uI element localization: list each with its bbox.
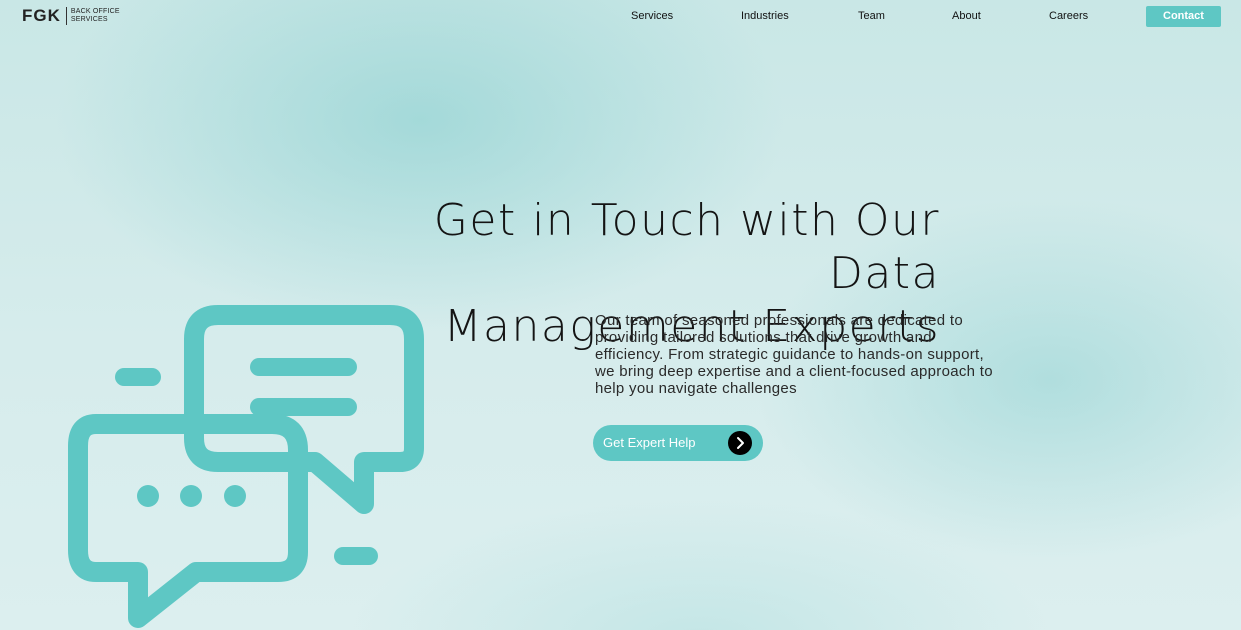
nav-link-careers[interactable]: Careers <box>1049 10 1088 22</box>
top-navbar: FGK BACK OFFICE SERVICES Services Indust… <box>0 0 1241 34</box>
logo-divider <box>65 7 67 25</box>
nav-link-team[interactable]: Team <box>858 10 885 22</box>
contact-button[interactable]: Contact <box>1146 6 1221 27</box>
brand-logo[interactable]: FGK BACK OFFICE SERVICES <box>22 6 120 26</box>
brand-subtitle-line1: BACK OFFICE <box>70 8 120 15</box>
get-expert-help-button[interactable]: Get Expert Help <box>593 425 763 461</box>
nav-link-industries[interactable]: Industries <box>741 10 789 22</box>
nav-link-about[interactable]: About <box>952 10 981 22</box>
brand-mark: FGK <box>22 6 61 25</box>
hero-headline-line1: Get in Touch with Our Data <box>433 195 940 299</box>
chat-bubbles-icon <box>68 305 424 628</box>
chevron-right-icon <box>728 431 752 455</box>
brand-subtitle-line2: SERVICES <box>70 16 108 23</box>
cta-label: Get Expert Help <box>603 435 696 450</box>
nav-link-services[interactable]: Services <box>631 10 673 22</box>
hero-description: Our team of seasoned professionals are d… <box>595 312 993 397</box>
brand-subtitle: BACK OFFICE SERVICES <box>71 8 120 24</box>
